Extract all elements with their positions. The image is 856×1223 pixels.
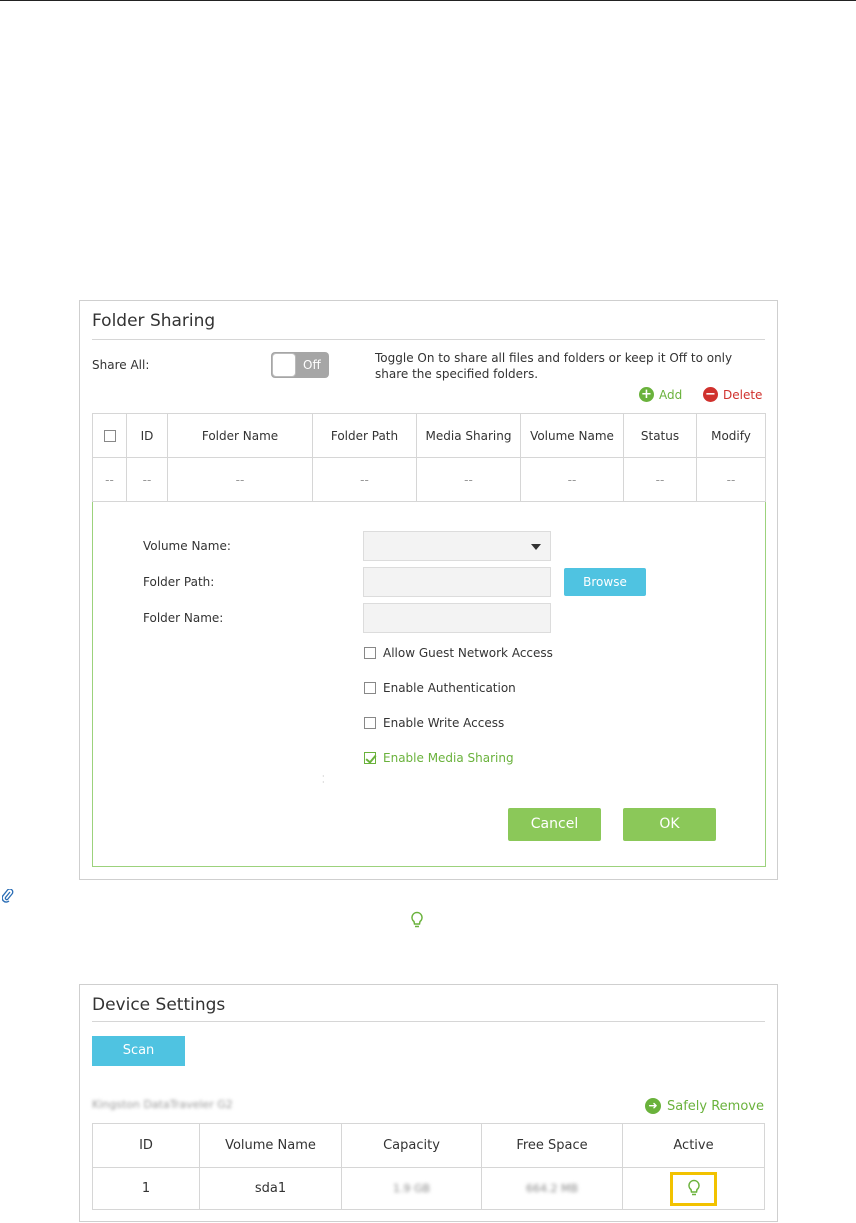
checkbox-box[interactable] — [364, 717, 376, 729]
enable-write-checkbox[interactable]: Enable Write Access — [364, 716, 504, 730]
safely-remove-button[interactable]: ➜ Safely Remove — [645, 1098, 764, 1114]
table-header-row: ID Folder Name Folder Path Media Sharing… — [92, 413, 766, 458]
checkbox-box[interactable] — [364, 647, 376, 659]
col-free-space: Free Space — [481, 1123, 623, 1168]
col-folder-name: Folder Name — [167, 413, 313, 458]
folder-path-label: Folder Path: — [143, 575, 215, 589]
allow-guest-label: Allow Guest Network Access — [383, 646, 553, 660]
folder-sharing-panel: Folder Sharing Share All: Off Toggle On … — [79, 300, 778, 880]
table-cell: -- — [126, 457, 168, 502]
folder-table: ID Folder Name Folder Path Media Sharing… — [92, 413, 766, 502]
device-settings-panel: Device Settings Scan Kingston DataTravel… — [79, 984, 778, 1222]
col-modify: Modify — [696, 413, 766, 458]
scan-button[interactable]: Scan — [92, 1036, 185, 1066]
lightbulb-icon — [687, 1179, 700, 1195]
col-id: ID — [92, 1123, 200, 1168]
col-status: Status — [623, 413, 697, 458]
browse-button[interactable]: Browse — [564, 568, 646, 596]
table-cell: -- — [520, 457, 624, 502]
row-active — [622, 1167, 765, 1210]
table-row: -- -- -- -- -- -- -- -- — [92, 457, 766, 502]
paperclip-icon — [2, 889, 14, 903]
share-all-toggle[interactable]: Off — [271, 352, 329, 378]
table-cell: -- — [696, 457, 766, 502]
delete-button[interactable]: − Delete — [703, 387, 762, 402]
resize-dots: · · — [322, 772, 325, 787]
table-cell: -- — [312, 457, 417, 502]
enable-write-label: Enable Write Access — [383, 716, 505, 730]
select-all-checkbox[interactable] — [103, 430, 116, 442]
table-cell: -- — [92, 457, 127, 502]
add-button[interactable]: + Add — [639, 387, 682, 402]
volume-name-select[interactable] — [363, 531, 551, 561]
folder-name-input[interactable] — [363, 603, 551, 633]
safely-remove-label: Safely Remove — [667, 1098, 764, 1114]
col-capacity: Capacity — [341, 1123, 482, 1168]
title-divider — [92, 339, 765, 340]
allow-guest-checkbox[interactable]: Allow Guest Network Access — [364, 646, 553, 660]
folder-edit-form: Volume Name: Folder Path: Browse Folder … — [92, 502, 766, 867]
lightbulb-icon — [411, 911, 423, 928]
col-folder-path: Folder Path — [312, 413, 417, 458]
table-cell: -- — [167, 457, 313, 502]
add-label: Add — [659, 387, 683, 402]
col-volume-name: Volume Name — [520, 413, 624, 458]
col-media-sharing: Media Sharing — [416, 413, 521, 458]
enable-media-checkbox[interactable]: Enable Media Sharing — [364, 751, 514, 765]
row-volume: sda1 — [199, 1167, 342, 1210]
delete-label: Delete — [723, 387, 763, 402]
device-name: Kingston DataTraveler G2 — [92, 1098, 233, 1111]
enable-auth-label: Enable Authentication — [383, 681, 516, 695]
col-volume-name: Volume Name — [199, 1123, 342, 1168]
enable-media-label: Enable Media Sharing — [383, 751, 514, 765]
cancel-button[interactable]: Cancel — [508, 808, 601, 841]
active-toggle[interactable] — [670, 1171, 717, 1206]
chevron-down-icon — [531, 544, 541, 550]
toggle-knob — [272, 353, 296, 377]
row-free-space: 664.2 MB — [481, 1167, 623, 1210]
folder-sharing-title: Folder Sharing — [92, 311, 216, 331]
row-capacity: 1.9 GB — [341, 1167, 482, 1210]
table-header-row: ID Volume Name Capacity Free Space Activ… — [92, 1123, 765, 1168]
share-all-label: Share All: — [92, 358, 150, 372]
title-divider — [92, 1021, 765, 1022]
free-space-value: 664.2 MB — [525, 1182, 579, 1195]
toggle-state-label: Off — [303, 358, 321, 372]
checkbox-box[interactable] — [364, 682, 376, 694]
table-row: 1 sda1 1.9 GB 664.2 MB — [92, 1167, 765, 1210]
arrow-right-circle-icon: ➜ — [645, 1098, 661, 1114]
checkbox-checked-box[interactable] — [364, 752, 376, 764]
table-cell: -- — [623, 457, 697, 502]
top-rule — [0, 0, 856, 1]
volume-table: ID Volume Name Capacity Free Space Activ… — [92, 1123, 765, 1210]
folder-name-label: Folder Name: — [143, 611, 224, 625]
row-id: 1 — [92, 1167, 200, 1210]
enable-auth-checkbox[interactable]: Enable Authentication — [364, 681, 516, 695]
minus-circle-icon: − — [703, 387, 718, 402]
capacity-value: 1.9 GB — [392, 1182, 431, 1195]
col-active: Active — [622, 1123, 765, 1168]
select-all-cell[interactable] — [92, 413, 127, 458]
ok-button[interactable]: OK — [623, 808, 716, 841]
plus-circle-icon: + — [639, 387, 654, 402]
share-all-hint: Toggle On to share all files and folders… — [375, 351, 733, 381]
table-cell: -- — [416, 457, 521, 502]
folder-path-input[interactable] — [363, 567, 551, 597]
col-id: ID — [126, 413, 168, 458]
volume-name-label: Volume Name: — [143, 539, 231, 553]
device-settings-title: Device Settings — [92, 995, 226, 1015]
